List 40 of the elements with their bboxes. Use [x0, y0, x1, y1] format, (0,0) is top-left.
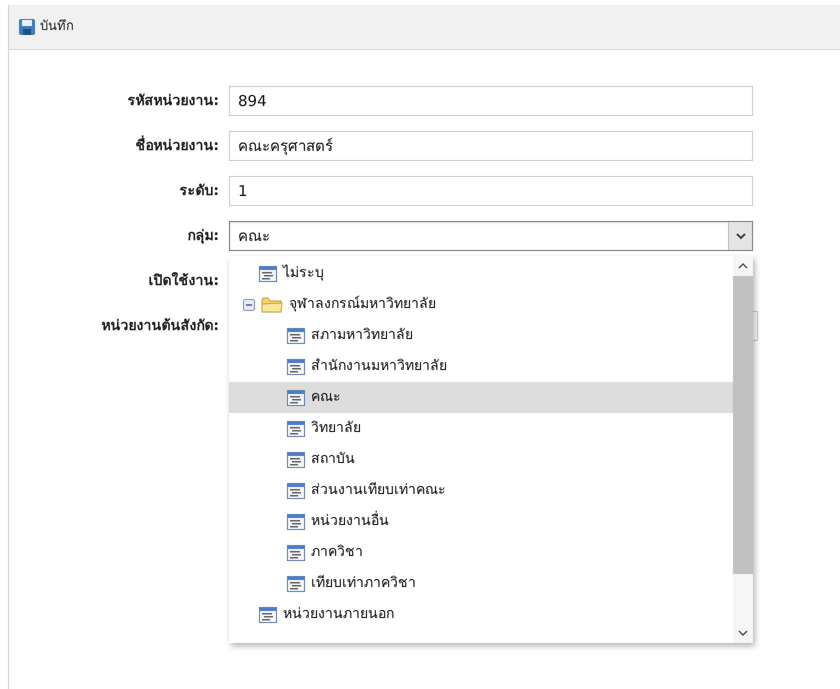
- text-field[interactable]: คณะครุศาสตร์: [229, 131, 753, 161]
- scroll-thumb[interactable]: [733, 276, 753, 574]
- tree-item[interactable]: สำนักงานมหาวิทยาลัย: [229, 351, 733, 382]
- save-button[interactable]: บันทึก: [19, 17, 74, 37]
- chevron-down-icon: [736, 232, 746, 240]
- list-icon: [287, 328, 305, 344]
- tree-item[interactable]: ส่วนงานเทียบเท่าคณะ: [229, 475, 733, 506]
- list-icon: [287, 358, 305, 374]
- tree-item[interactable]: สถาบัน: [229, 444, 733, 475]
- tree-item[interactable]: ภาควิชา: [229, 537, 733, 568]
- text-field[interactable]: 894: [229, 86, 753, 116]
- list-icon: [287, 420, 305, 436]
- field-label: เปิดใช้งาน:: [147, 271, 219, 290]
- tree-item[interactable]: เทียบเท่าภาควิชา: [229, 568, 733, 599]
- field-label: กลุ่ม:: [186, 226, 219, 246]
- list-icon: [287, 482, 305, 498]
- tree-item[interactable]: หน่วยงานภายนอก: [229, 599, 733, 630]
- tree-item[interactable]: จุฬาลงกรณ์มหาวิทยาลัย: [229, 289, 733, 320]
- field-label: หน่วยงานต้นสังกัด:: [100, 316, 219, 336]
- list-icon: [287, 544, 305, 560]
- folder-icon: [261, 296, 283, 312]
- tree-item[interactable]: หน่วยงานอื่น: [229, 506, 733, 537]
- list-icon: [287, 576, 305, 592]
- tree-item[interactable]: สภามหาวิทยาลัย: [229, 320, 733, 351]
- list-icon: [287, 390, 305, 406]
- list-icon: [287, 514, 305, 530]
- scrollbar[interactable]: [733, 256, 753, 643]
- field-label: ระดับ:: [178, 182, 219, 200]
- tree-item[interactable]: วิทยาลัย: [229, 413, 733, 444]
- field-label: รหัสหน่วยงาน:: [126, 92, 219, 110]
- list-icon: [259, 266, 277, 282]
- list-icon: [259, 606, 277, 622]
- field-label: ชื่อหน่วยงาน:: [9, 136, 219, 156]
- combo-box[interactable]: คณะ: [229, 221, 753, 251]
- list-icon: [287, 452, 305, 468]
- tree-item[interactable]: ไม่ระบุ: [229, 258, 733, 289]
- tree-item[interactable]: คณะ: [229, 382, 733, 413]
- collapse-icon[interactable]: [243, 298, 255, 310]
- text-field[interactable]: 1: [229, 176, 753, 206]
- dropdown-button[interactable]: [728, 222, 752, 250]
